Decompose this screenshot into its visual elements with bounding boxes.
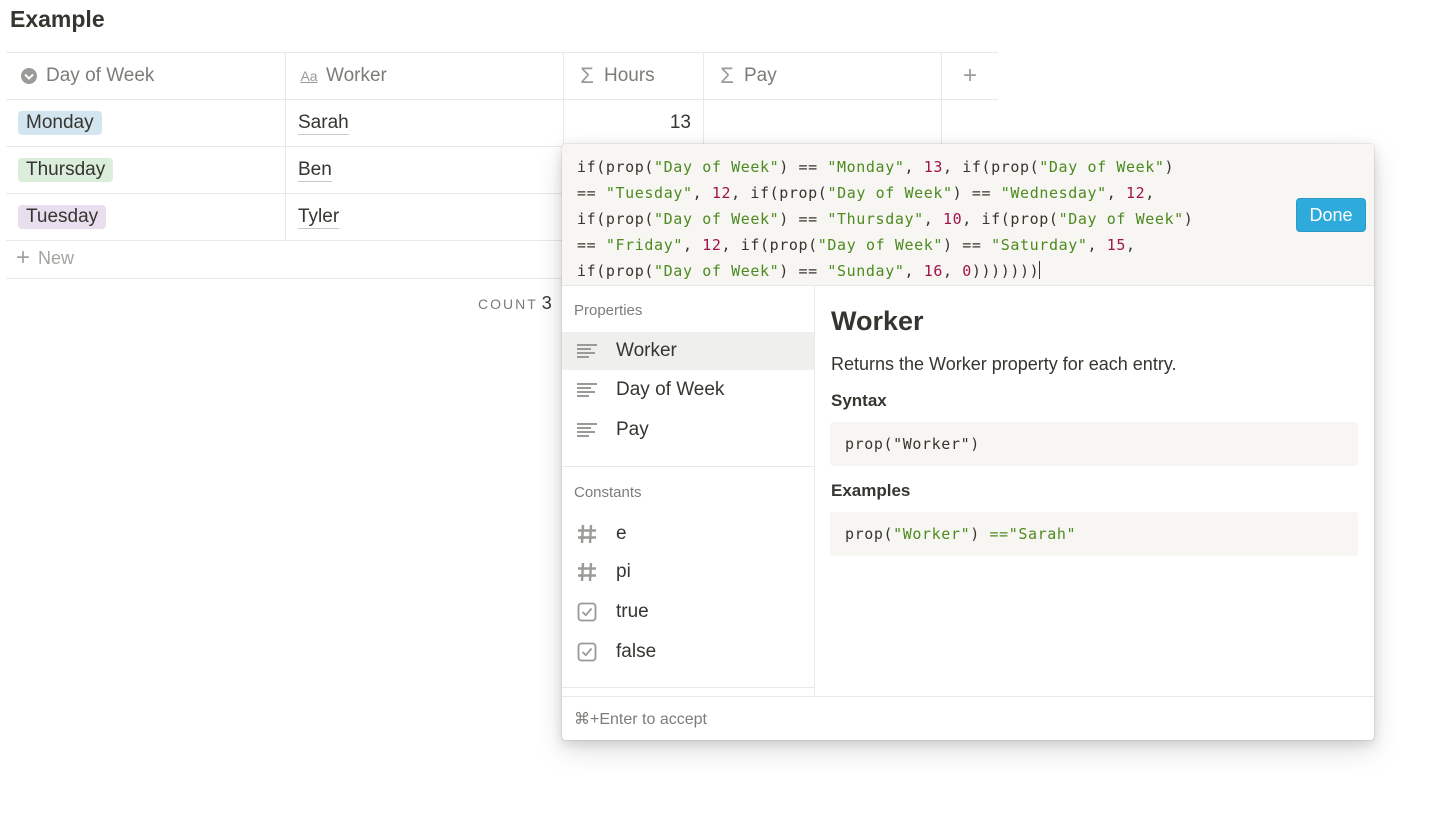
formula-icon: Σ	[580, 63, 594, 88]
syntax-heading: Syntax	[831, 391, 887, 410]
count-summary[interactable]: COUNT 3	[478, 293, 552, 314]
worker-value: Ben	[298, 158, 332, 182]
count-label: COUNT	[478, 296, 538, 312]
formula-editor-popup: if(prop("Day of Week") == "Monday", 13, …	[562, 144, 1374, 740]
column-label: Worker	[326, 65, 387, 86]
hash-icon	[576, 523, 598, 545]
property-item-day-of-week[interactable]: Day of Week	[562, 371, 814, 409]
text-lines-icon	[576, 379, 598, 401]
text-caret	[1039, 261, 1041, 279]
formula-input[interactable]: if(prop("Day of Week") == "Monday", 13, …	[577, 154, 1282, 284]
text-icon: Aa	[300, 68, 318, 84]
add-column-button[interactable]: +	[942, 53, 998, 99]
day-cell[interactable]: Thursday	[6, 147, 286, 193]
column-header-day-of-week[interactable]: Day of Week	[6, 53, 286, 99]
text-lines-icon	[576, 419, 598, 441]
count-value: 3	[541, 293, 552, 313]
constant-item-false[interactable]: false	[562, 633, 814, 671]
hash-icon	[576, 561, 598, 583]
select-icon	[18, 65, 40, 87]
constant-label: pi	[616, 561, 631, 582]
pay-cell[interactable]	[704, 100, 942, 146]
plus-icon: +	[16, 244, 31, 271]
day-cell[interactable]: Tuesday	[6, 194, 286, 240]
worker-value: Tyler	[298, 205, 340, 229]
constant-item-pi[interactable]: pi	[562, 553, 814, 591]
constants-section-label: Constants	[574, 484, 642, 501]
checkbox-icon	[576, 641, 598, 663]
column-header-pay[interactable]: Σ Pay	[704, 53, 942, 99]
constant-label: true	[616, 601, 649, 622]
worker-cell[interactable]: Tyler	[286, 194, 564, 240]
hours-cell[interactable]: 13	[564, 100, 704, 146]
doc-description: Returns the Worker property for each ent…	[831, 354, 1177, 374]
column-header-worker[interactable]: Aa Worker	[286, 53, 564, 99]
checkbox-icon	[576, 601, 598, 623]
column-label: Day of Week	[46, 65, 155, 86]
example-code: prop("Worker") == "Sarah"	[830, 512, 1358, 556]
formula-input-area[interactable]: if(prop("Day of Week") == "Monday", 13, …	[562, 144, 1374, 286]
worker-cell[interactable]: Sarah	[286, 100, 564, 146]
plus-icon: +	[962, 62, 977, 89]
constant-label: false	[616, 641, 657, 662]
table-header-row: Day of Week Aa Worker Σ Hours Σ Pay +	[6, 52, 998, 100]
editor-footer: ⌘+Enter to accept	[562, 696, 1374, 740]
property-label: Pay	[616, 419, 649, 440]
property-label: Day of Week	[616, 379, 725, 400]
constant-label: e	[616, 523, 627, 544]
page-title: Example	[10, 6, 105, 32]
section-divider	[562, 687, 814, 688]
worker-cell[interactable]: Ben	[286, 147, 564, 193]
constant-item-true[interactable]: true	[562, 593, 814, 631]
column-label: Hours	[604, 65, 655, 86]
day-tag: Tuesday	[18, 205, 107, 229]
constant-item-e[interactable]: e	[562, 515, 814, 553]
properties-section-label: Properties	[574, 302, 643, 319]
property-item-pay[interactable]: Pay	[562, 411, 814, 449]
formula-reference-list: Properties Worker Day of Week Pay Consta…	[562, 286, 815, 696]
syntax-code: prop("Worker")	[830, 422, 1358, 466]
done-button[interactable]: Done	[1296, 198, 1366, 232]
accept-hint: ⌘+Enter to accept	[574, 711, 707, 728]
property-item-worker[interactable]: Worker	[562, 332, 814, 370]
day-tag: Thursday	[18, 158, 114, 182]
worker-value: Sarah	[298, 111, 349, 135]
formula-icon: Σ	[720, 63, 734, 88]
new-row-label: New	[38, 247, 75, 268]
table-row[interactable]: Monday Sarah 13	[6, 100, 998, 147]
hours-value: 13	[669, 112, 691, 133]
doc-title: Worker	[831, 306, 924, 336]
day-tag: Monday	[18, 111, 102, 135]
day-cell[interactable]: Monday	[6, 100, 286, 146]
section-divider	[562, 466, 814, 467]
column-label: Pay	[744, 65, 777, 86]
property-label: Worker	[616, 340, 677, 361]
column-header-hours[interactable]: Σ Hours	[564, 53, 704, 99]
text-lines-icon	[576, 340, 598, 362]
formula-documentation: Worker Returns the Worker property for e…	[815, 286, 1374, 696]
examples-heading: Examples	[831, 481, 911, 500]
